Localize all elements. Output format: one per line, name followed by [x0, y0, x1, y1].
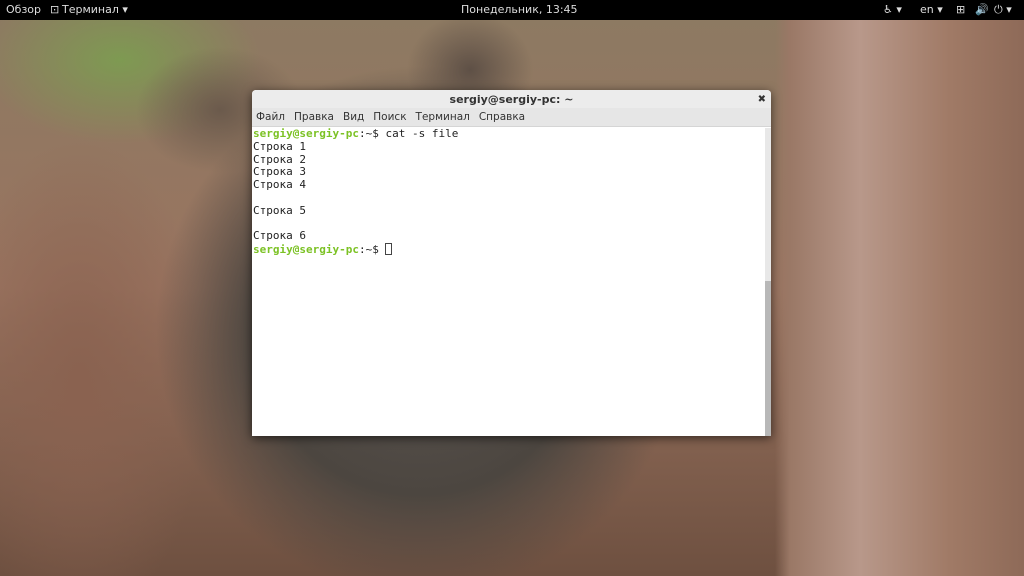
app-menu[interactable]: Терминал ▾ [62, 3, 128, 16]
menu-view[interactable]: Вид [343, 111, 364, 123]
menu-help[interactable]: Справка [479, 111, 525, 123]
terminal-window: sergiy@sergiy-pc: ~ ✖ Файл Правка Вид По… [252, 90, 771, 436]
output-line: Строка 3 [253, 165, 306, 179]
power-icon[interactable]: ⏻ ▾ [994, 3, 1012, 17]
cursor [385, 243, 393, 256]
prompt-line: sergiy@sergiy-pc:~$ [253, 243, 765, 256]
menu-bar: Файл Правка Вид Поиск Терминал Справка [252, 108, 771, 127]
command: cat -s file [385, 127, 459, 140]
menu-terminal[interactable]: Терминал [416, 111, 470, 123]
prompt-user: sergiy@sergiy-pc [253, 243, 359, 257]
language-menu[interactable]: en ▾ [920, 3, 943, 16]
output-line: Строка 5 [253, 203, 306, 217]
output-line: Строка 6 [253, 229, 306, 243]
scrollbar-thumb[interactable] [765, 281, 771, 436]
window-title: sergiy@sergiy-pc: ~ [449, 93, 574, 106]
command-line: sergiy@sergiy-pc:~$ cat -s file [253, 127, 765, 141]
prompt-path: :~$ [358, 127, 386, 140]
output-line: Строка 4 [253, 178, 306, 192]
volume-icon[interactable]: 🔊 [975, 3, 989, 16]
terminal-output[interactable]: sergiy@sergiy-pc:~$ cat -s file Строка 1… [252, 127, 765, 436]
title-bar[interactable]: sergiy@sergiy-pc: ~ ✖ [252, 90, 771, 108]
menu-search[interactable]: Поиск [373, 111, 406, 123]
menu-edit[interactable]: Правка [294, 111, 334, 123]
output-line: Строка 1 [253, 139, 306, 153]
scrollbar[interactable] [765, 128, 771, 436]
network-icon[interactable]: ⊞ [956, 3, 965, 16]
accessibility-icon[interactable]: ♿ ▾ [883, 3, 902, 16]
top-bar: Обзор ⊡ Терминал ▾ Понедельник, 13:45 ♿ … [0, 0, 1024, 20]
menu-file[interactable]: Файл [256, 111, 285, 123]
terminal-app-icon: ⊡ [50, 3, 60, 16]
activities-button[interactable]: Обзор [6, 3, 41, 16]
clock[interactable]: Понедельник, 13:45 [461, 3, 578, 16]
output-line: Строка 2 [253, 152, 306, 166]
prompt-user: sergiy@sergiy-pc [253, 127, 359, 140]
prompt-path: :~$ [358, 243, 386, 257]
close-icon[interactable]: ✖ [758, 90, 766, 109]
